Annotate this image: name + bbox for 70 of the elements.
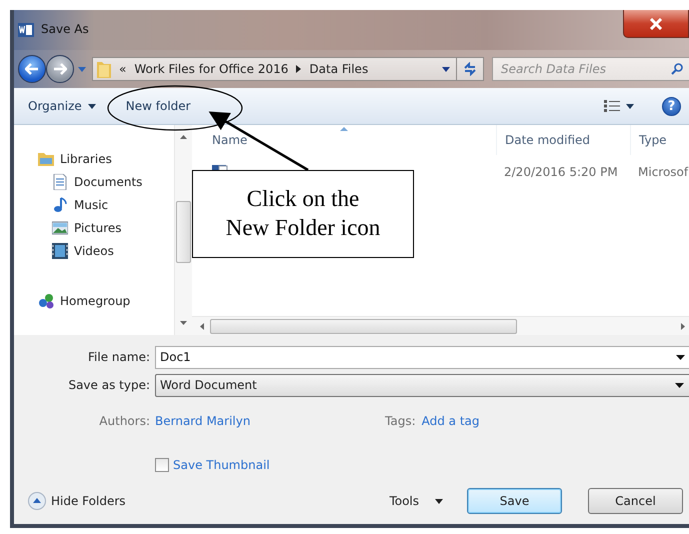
thumbnail-checkbox[interactable] — [155, 458, 169, 472]
forward-button[interactable] — [46, 55, 74, 83]
view-options-button[interactable] — [604, 100, 634, 112]
dropdown-arrow-icon — [88, 104, 96, 108]
network-circles-icon — [38, 293, 54, 309]
field-label: Tags: — [385, 414, 416, 428]
search-icon — [671, 63, 683, 75]
close-icon — [649, 18, 663, 30]
scroll-right-icon — [681, 322, 685, 330]
search-field[interactable]: Search Data Files — [492, 57, 689, 81]
checkbox-label[interactable]: Save Thumbnail — [173, 458, 270, 472]
dropdown-arrow-icon — [78, 66, 86, 72]
authors-link[interactable]: Bernard Marilyn — [155, 414, 385, 428]
folder-icon — [97, 60, 111, 78]
dropdown-arrow-icon — [626, 104, 634, 108]
library-folder-icon — [38, 151, 54, 167]
landscape-picture-icon — [52, 220, 68, 236]
close-button[interactable] — [623, 10, 689, 38]
tools-menu[interactable]: Tools — [389, 494, 443, 508]
nav-item[interactable]: Pictures — [38, 218, 174, 238]
hide-folders-button[interactable]: Hide Folders — [28, 492, 126, 510]
horizontal-scrollbar[interactable] — [192, 316, 689, 335]
scroll-thumb[interactable] — [176, 201, 191, 263]
scroll-up-icon — [180, 135, 187, 139]
list-view-icon — [604, 100, 620, 112]
back-arrow-icon — [25, 63, 39, 75]
nav-item[interactable]: Libraries — [38, 149, 174, 169]
table-cell-text: Microsof — [637, 165, 689, 179]
scroll-thumb[interactable] — [210, 318, 517, 334]
music-note-icon — [52, 197, 68, 213]
nav-item[interactable]: Homegroup — [38, 291, 174, 311]
breadcrumb-item[interactable]: Work Files for Office 2016 — [134, 62, 288, 76]
breadcrumb-item[interactable]: Data Files — [309, 62, 368, 76]
address-bar[interactable]: « Work Files for Office 2016 Data Files — [92, 57, 457, 81]
dropdown-arrow-icon — [676, 354, 685, 360]
field-label: Save as type: — [67, 378, 151, 392]
breadcrumb-chevron[interactable]: « — [119, 62, 126, 76]
refresh-arrows-icon — [463, 62, 477, 76]
document-icon — [52, 174, 68, 190]
column-header[interactable]: Type — [630, 125, 689, 155]
organize-menu[interactable]: Organize — [28, 99, 96, 113]
column-header[interactable]: Name — [192, 125, 496, 155]
file-type-dropdown[interactable]: Word Document — [155, 374, 689, 396]
dropdown-arrow-icon — [435, 498, 443, 504]
callout-text: Click on the New Folder icon — [192, 170, 414, 258]
field-label: File name: — [87, 350, 151, 364]
save-button[interactable]: Save — [467, 488, 562, 514]
table-cell-text: 2/20/2016 5:20 PM — [503, 165, 619, 179]
column-header[interactable]: Date modified — [496, 125, 630, 155]
film-strip-icon — [52, 243, 68, 259]
window-title: Save As — [41, 22, 90, 36]
scroll-left-icon — [200, 322, 204, 330]
nav-item[interactable]: Documents — [38, 172, 174, 192]
forward-arrow-icon — [53, 63, 67, 75]
sort-arrow-icon — [340, 127, 348, 131]
dropdown-arrow-icon — [675, 382, 684, 388]
triangle-right-icon — [296, 65, 302, 73]
refresh-button[interactable] — [456, 57, 484, 81]
nav-item[interactable]: Music — [38, 195, 174, 215]
nav-item[interactable]: Videos — [38, 241, 174, 261]
scroll-down-icon — [180, 321, 187, 325]
add-tag-link[interactable]: Add a tag — [422, 414, 480, 428]
vertical-scrollbar[interactable] — [174, 125, 192, 335]
field-label: Authors: — [98, 414, 151, 428]
dropdown-arrow-icon — [442, 66, 450, 72]
file-name-field[interactable]: Doc1 — [155, 346, 689, 368]
new-folder-button[interactable]: New folder — [126, 99, 191, 113]
word-icon — [18, 22, 34, 38]
back-button[interactable] — [18, 55, 46, 83]
cancel-button[interactable]: Cancel — [588, 488, 683, 514]
